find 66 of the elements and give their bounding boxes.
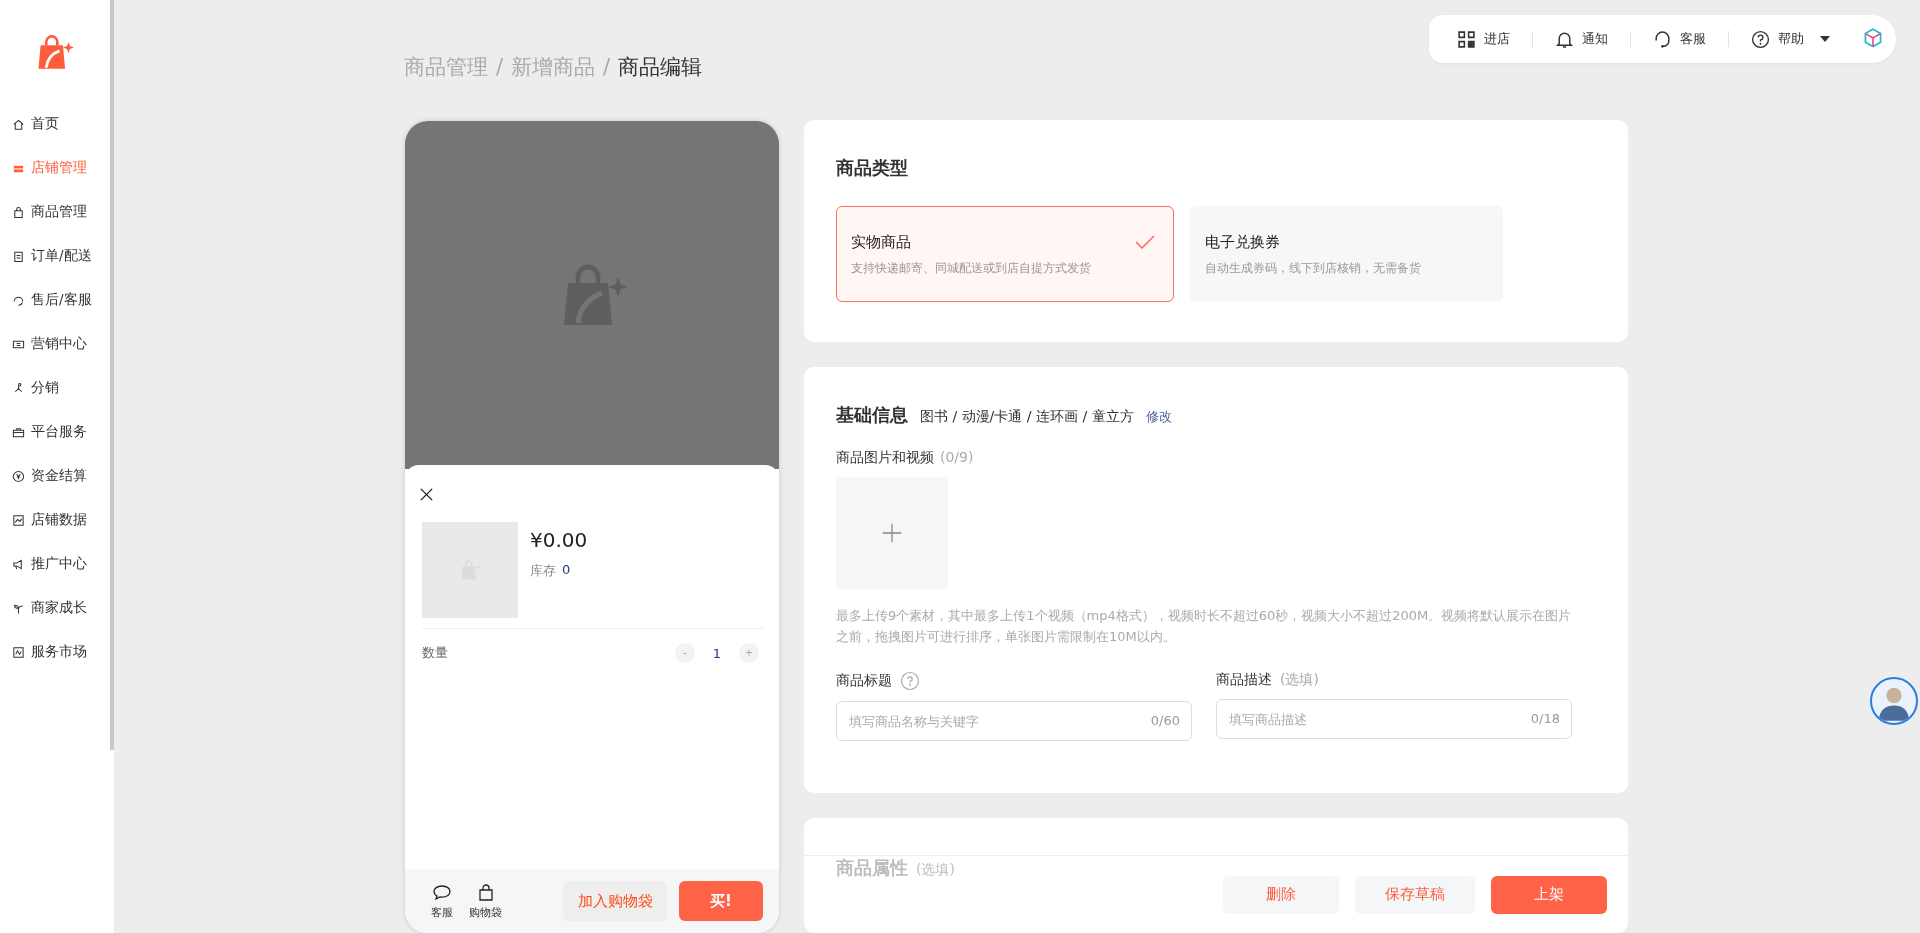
breadcrumb-separator: /: [603, 55, 611, 79]
caret-icon: [1820, 36, 1830, 42]
plus-icon: [881, 522, 903, 544]
sidebar-item[interactable]: 资金结算: [0, 454, 114, 498]
category-path: 图书 / 动漫/卡通 / 连环画 / 童立方: [920, 408, 1134, 426]
sidebar-item[interactable]: 售后/客服: [0, 278, 114, 322]
qr-code-icon: [1457, 29, 1476, 49]
quantity-label: 数量: [422, 644, 448, 662]
headset-icon: [1653, 29, 1672, 49]
stock-label: 库存: [530, 562, 556, 580]
breadcrumb-item: 商品编辑: [618, 54, 703, 81]
avatar[interactable]: [1870, 677, 1918, 725]
media-count: (0/9): [940, 449, 974, 467]
check-icon: [1135, 235, 1155, 249]
product-type-option[interactable]: 电子兑换券 自动生成券码，线下到店核销，无需备货: [1190, 206, 1503, 302]
sidebar-item[interactable]: 分销: [0, 366, 114, 410]
optional-note: (选填): [1280, 671, 1319, 689]
option-description: 支持快递邮寄、同城配送或到店自提方式发货: [851, 260, 1092, 277]
upload-hint: 最多上传9个素材，其中最多上传1个视频（mp4格式），视频时长不超过60秒，视频大小不超过200M。视频将默认展示在图片之前，拖拽图片可进行排序，单张图片需限制在10M以内。: [836, 607, 1572, 646]
toolbar-button[interactable]: 进店: [1457, 29, 1532, 49]
optional-note: (选填): [916, 861, 955, 879]
field-label: 商品图片和视频: [836, 449, 934, 467]
sidebar-item[interactable]: 订单/配送: [0, 234, 114, 278]
toolbar-button[interactable]: 客服: [1653, 29, 1728, 49]
stock-value: 0: [562, 562, 571, 579]
sidebar-item[interactable]: 平台服务: [0, 410, 114, 454]
chart-icon: [12, 513, 25, 527]
sidebar-item[interactable]: 营销中心: [0, 322, 114, 366]
bell-icon: [1555, 29, 1574, 49]
coin-icon: [12, 469, 25, 483]
image-icon: [12, 645, 25, 659]
field-label: 商品标题: [836, 672, 892, 690]
close-icon[interactable]: [419, 487, 434, 502]
sidebar-item[interactable]: 推广中心: [0, 542, 114, 586]
sidebar-item[interactable]: 首页: [0, 102, 114, 146]
section-title: 基础信息: [836, 403, 908, 427]
clipboard-icon: [12, 249, 25, 263]
sidebar-item[interactable]: 商家成长: [0, 586, 114, 630]
toolbar-button[interactable]: 通知: [1555, 29, 1630, 49]
tab-button[interactable]: 客服: [429, 882, 455, 920]
field-label: 商品描述: [1216, 671, 1272, 689]
character-count: 0/18: [1530, 711, 1560, 726]
chat-bubble-icon: [432, 882, 452, 903]
section-title: 商品属性: [836, 856, 908, 880]
section-title: 商品类型: [836, 156, 909, 180]
house-icon: [12, 117, 25, 131]
product-type-option[interactable]: 实物商品 支持快递邮寄、同城配送或到店自提方式发货: [836, 206, 1174, 302]
option-title: 电子兑换券: [1205, 233, 1280, 252]
help-icon[interactable]: [900, 671, 920, 691]
sidebar-item[interactable]: 店铺数据: [0, 498, 114, 542]
price: ¥0.00: [530, 528, 588, 552]
breadcrumb-separator: /: [496, 55, 504, 79]
briefcase-icon: [12, 425, 25, 439]
option-description: 自动生成券码，线下到店核销，无需备货: [1205, 260, 1422, 277]
help-icon: [1751, 29, 1770, 49]
megaphone-icon: [12, 557, 25, 571]
edit-link[interactable]: 修改: [1145, 408, 1172, 426]
quantity-value: 1: [712, 645, 721, 661]
sidebar-item[interactable]: 服务市场: [0, 630, 114, 674]
tab-button[interactable]: 购物袋: [467, 882, 504, 920]
character-count: 0/60: [1150, 713, 1180, 728]
sidebar-item[interactable]: 商品管理: [0, 190, 114, 234]
toolbar-button[interactable]: 帮助: [1751, 29, 1852, 49]
shopping-bag-icon: [12, 205, 25, 219]
scrollbar[interactable]: [110, 0, 114, 750]
option-title: 实物商品: [851, 233, 911, 252]
